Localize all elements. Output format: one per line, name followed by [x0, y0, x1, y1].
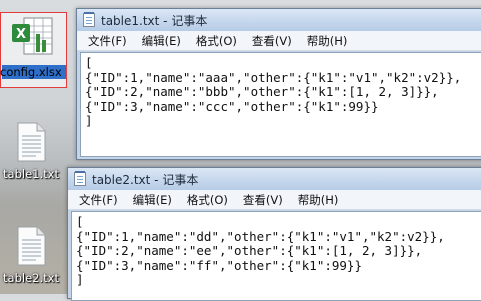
- text-line: {"ID":2,"name":"ee","other":{"k1":[1, 2,…: [76, 243, 423, 258]
- icon-label: table1.txt: [3, 167, 59, 181]
- menu-help[interactable]: 帮助(H): [300, 33, 356, 49]
- excel-file-icon: X: [12, 17, 53, 55]
- text-line: ]: [85, 113, 93, 128]
- menu-view[interactable]: 查看(V): [245, 33, 300, 49]
- text-line: ]: [76, 272, 84, 287]
- icon-label: config.xlsx: [0, 65, 62, 79]
- svg-text:X: X: [16, 27, 26, 42]
- desktop-icon-config-xlsx[interactable]: X config.xlsx: [0, 0, 70, 90]
- text-line: {"ID":1,"name":"dd","other":{"k1":"v1","…: [76, 228, 445, 244]
- menu-help[interactable]: 帮助(H): [291, 192, 347, 208]
- menu-bar: 文件(F) 编辑(E) 格式(O) 查看(V) 帮助(H): [77, 31, 481, 51]
- menu-bar: 文件(F) 编辑(E) 格式(O) 查看(V) 帮助(H): [68, 190, 481, 210]
- menu-file[interactable]: 文件(F): [72, 192, 126, 208]
- notepad-icon: [83, 12, 95, 27]
- text-line: [: [76, 214, 84, 229]
- menu-format[interactable]: 格式(O): [189, 33, 245, 49]
- window-title: table1.txt - 记事本: [101, 13, 208, 28]
- title-bar[interactable]: table2.txt - 记事本: [68, 168, 481, 190]
- text-file-icon: [17, 122, 46, 162]
- notepad-icon: [74, 171, 86, 186]
- text-line: {"ID":1,"name":"aaa","other":{"k1":"v1",…: [85, 69, 462, 85]
- title-bar[interactable]: table1.txt - 记事本: [77, 9, 481, 31]
- text-file-icon: [17, 226, 46, 266]
- menu-edit[interactable]: 编辑(E): [126, 192, 180, 208]
- notepad-window-table1[interactable]: table1.txt - 记事本 文件(F) 编辑(E) 格式(O) 查看(V)…: [76, 8, 481, 160]
- desktop-icon-table1-txt[interactable]: table1.txt: [0, 122, 62, 181]
- text-line: {"ID":3,"name":"ccc","other":{"k1":99}}: [85, 98, 379, 114]
- menu-format[interactable]: 格式(O): [180, 192, 236, 208]
- text-line: {"ID":2,"name":"bbb","other":{"k1":[1, 2…: [85, 84, 439, 99]
- menu-view[interactable]: 查看(V): [236, 192, 291, 208]
- text-line: [: [85, 55, 93, 70]
- icon-label: table2.txt: [3, 271, 59, 285]
- notepad-window-table2[interactable]: table2.txt - 记事本 文件(F) 编辑(E) 格式(O) 查看(V)…: [67, 167, 481, 301]
- menu-edit[interactable]: 编辑(E): [135, 33, 189, 49]
- desktop-icon-table2-txt[interactable]: table2.txt: [0, 226, 62, 285]
- menu-file[interactable]: 文件(F): [81, 33, 135, 49]
- text-editor-area[interactable]: [{"ID":1,"name":"aaa","other":{"k1":"v1"…: [80, 52, 481, 157]
- text-editor-area[interactable]: [{"ID":1,"name":"dd","other":{"k1":"v1",…: [71, 211, 481, 301]
- text-line: {"ID":3,"name":"ff","other":{"k1":99}}: [76, 257, 362, 273]
- window-title: table2.txt - 记事本: [92, 172, 199, 187]
